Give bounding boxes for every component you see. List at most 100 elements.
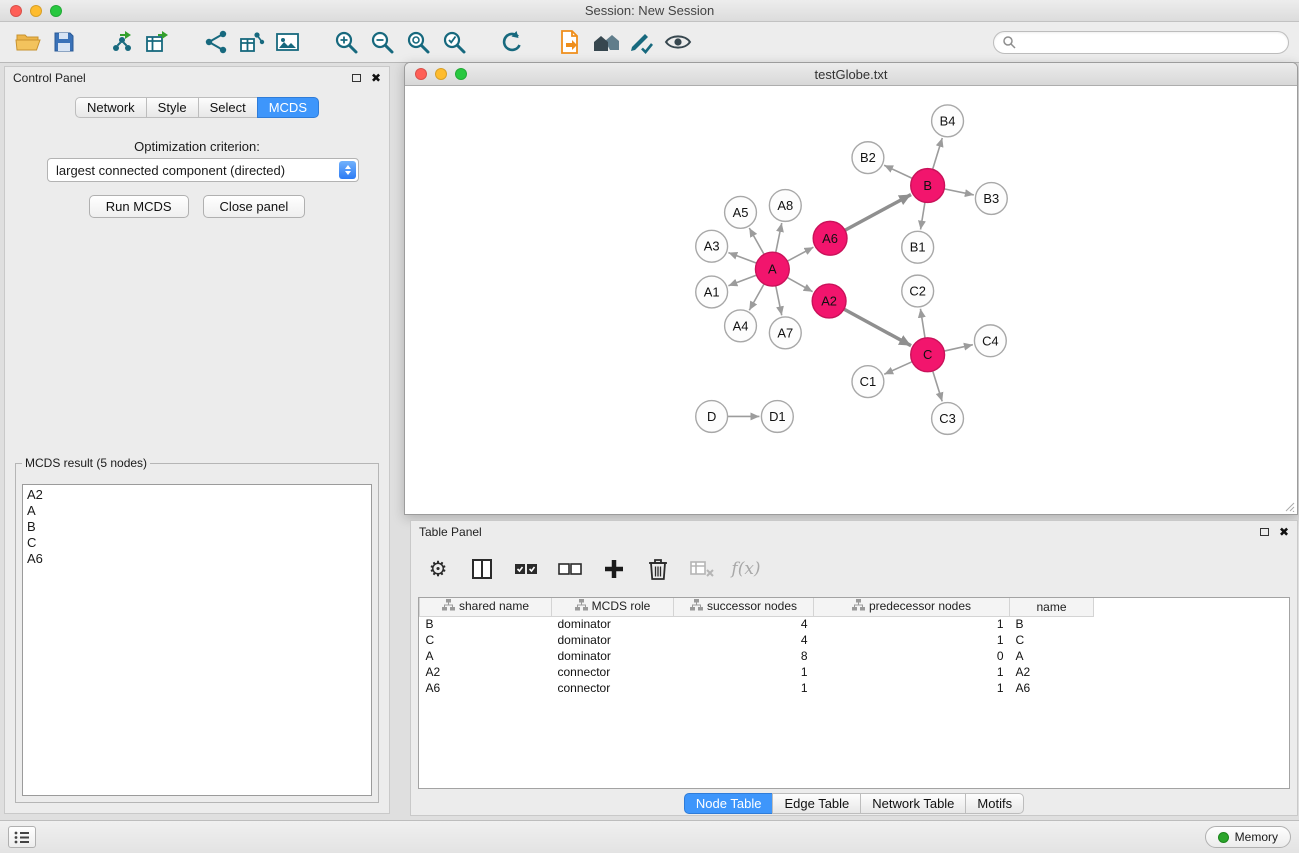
float-panel-icon[interactable]: [352, 74, 361, 82]
mcds-result-list[interactable]: A2ABCA6: [22, 484, 372, 796]
table-row[interactable]: Adominator80A: [420, 648, 1094, 664]
graph-edge[interactable]: [944, 345, 973, 351]
mcds-result-item[interactable]: A2: [27, 487, 367, 503]
tab-select[interactable]: Select: [198, 97, 258, 118]
graph-edge[interactable]: [728, 275, 756, 286]
graph-node[interactable]: D1: [761, 401, 793, 433]
table-cell[interactable]: A2: [420, 664, 552, 680]
tab-edge-table[interactable]: Edge Table: [772, 793, 861, 814]
graph-edge[interactable]: [845, 195, 911, 231]
table-cell[interactable]: connector: [552, 680, 674, 696]
mcds-result-item[interactable]: B: [27, 519, 367, 535]
search-input[interactable]: [1021, 35, 1280, 49]
tab-style[interactable]: Style: [146, 97, 199, 118]
graph-edge[interactable]: [944, 189, 974, 195]
graph-node[interactable]: B1: [902, 231, 934, 263]
table-cell[interactable]: A: [1010, 648, 1094, 664]
export-image-icon[interactable]: [270, 26, 306, 58]
graph-edge[interactable]: [776, 223, 782, 253]
table-cell[interactable]: dominator: [552, 648, 674, 664]
table-cell[interactable]: 1: [674, 680, 814, 696]
zoom-out-icon[interactable]: [364, 26, 400, 58]
close-traffic-icon[interactable]: [10, 5, 22, 17]
zoom-selected-icon[interactable]: [436, 26, 472, 58]
graph-node[interactable]: A6: [813, 221, 847, 255]
graph-edge[interactable]: [884, 362, 912, 375]
table-cell[interactable]: A2: [1010, 664, 1094, 680]
optimization-dropdown[interactable]: largest connected component (directed): [47, 158, 359, 182]
delete-row-icon[interactable]: [641, 553, 675, 585]
maximize-traffic-icon[interactable]: [455, 68, 467, 80]
apply-layout-file-icon[interactable]: [552, 26, 588, 58]
table-cell[interactable]: 4: [674, 632, 814, 648]
column-header-shared-name[interactable]: shared name: [420, 598, 552, 616]
table-row[interactable]: A6connector11A6: [420, 680, 1094, 696]
tab-network-table[interactable]: Network Table: [860, 793, 966, 814]
graph-node[interactable]: A5: [725, 196, 757, 228]
table-cell[interactable]: A: [420, 648, 552, 664]
table-cell[interactable]: connector: [552, 664, 674, 680]
table-cell[interactable]: dominator: [552, 632, 674, 648]
table-cell[interactable]: C: [1010, 632, 1094, 648]
table-row[interactable]: A2connector11A2: [420, 664, 1094, 680]
table-cell[interactable]: 0: [814, 648, 1010, 664]
tab-mcds[interactable]: MCDS: [257, 97, 319, 118]
table-cell[interactable]: 1: [814, 664, 1010, 680]
graph-node[interactable]: C1: [852, 366, 884, 398]
graph-edge[interactable]: [921, 202, 925, 229]
column-visibility-icon[interactable]: [465, 553, 499, 585]
graph-edge[interactable]: [933, 138, 943, 169]
save-icon[interactable]: [46, 26, 82, 58]
home-icon[interactable]: [588, 26, 624, 58]
task-list-button[interactable]: [8, 826, 36, 848]
mcds-result-item[interactable]: A6: [27, 551, 367, 567]
table-cell[interactable]: 1: [814, 616, 1010, 632]
new-network-table-icon[interactable]: [234, 26, 270, 58]
graph-node[interactable]: A1: [696, 276, 728, 308]
graph-node[interactable]: B2: [852, 142, 884, 174]
table-cell[interactable]: 1: [814, 680, 1010, 696]
table-cell[interactable]: 1: [814, 632, 1010, 648]
show-hide-eye-icon[interactable]: [660, 26, 696, 58]
close-panel-icon[interactable]: ✖: [1279, 526, 1289, 538]
graph-edge[interactable]: [933, 371, 943, 401]
column-header-successor-nodes[interactable]: successor nodes: [674, 598, 814, 616]
table-row[interactable]: Bdominator41B: [420, 616, 1094, 632]
tab-node-table[interactable]: Node Table: [684, 793, 774, 814]
graph-edge[interactable]: [728, 253, 756, 264]
graph-node[interactable]: C4: [974, 325, 1006, 357]
table-cell[interactable]: A6: [1010, 680, 1094, 696]
resize-grip-icon[interactable]: [1283, 500, 1295, 512]
maximize-traffic-icon[interactable]: [50, 5, 62, 17]
style-check-icon[interactable]: [624, 26, 660, 58]
tab-network[interactable]: Network: [75, 97, 147, 118]
table-cell[interactable]: 4: [674, 616, 814, 632]
table-cell[interactable]: A6: [420, 680, 552, 696]
close-panel-button[interactable]: Close panel: [203, 195, 306, 218]
zoom-fit-icon[interactable]: [400, 26, 436, 58]
table-row[interactable]: Cdominator41C: [420, 632, 1094, 648]
graph-node[interactable]: A3: [696, 230, 728, 262]
graph-node[interactable]: C: [911, 338, 945, 372]
network-graph[interactable]: B4B2BB3A5A8A6B1A3AC2A1A2A4A7C4CC1C3DD1: [406, 87, 1296, 513]
import-network-file-icon[interactable]: [104, 26, 140, 58]
mcds-result-item[interactable]: A: [27, 503, 367, 519]
column-header-mcds-role[interactable]: MCDS role: [552, 598, 674, 616]
network-canvas[interactable]: B4B2BB3A5A8A6B1A3AC2A1A2A4A7C4CC1C3DD1: [406, 87, 1296, 513]
graph-edge[interactable]: [787, 247, 813, 261]
graph-node[interactable]: B4: [932, 105, 964, 137]
import-table-file-icon[interactable]: [140, 26, 176, 58]
graph-node[interactable]: A: [755, 252, 789, 286]
graph-node[interactable]: D: [696, 401, 728, 433]
open-folder-icon[interactable]: [10, 26, 46, 58]
close-traffic-icon[interactable]: [415, 68, 427, 80]
mcds-result-item[interactable]: C: [27, 535, 367, 551]
graph-edge[interactable]: [776, 286, 782, 316]
graph-edge[interactable]: [787, 277, 812, 291]
graph-node[interactable]: B: [911, 169, 945, 203]
deselect-all-icon[interactable]: [553, 553, 587, 585]
network-window-titlebar[interactable]: testGlobe.txt: [405, 63, 1297, 86]
graph-node[interactable]: A7: [769, 317, 801, 349]
table-cell[interactable]: B: [1010, 616, 1094, 632]
tab-motifs[interactable]: Motifs: [965, 793, 1024, 814]
